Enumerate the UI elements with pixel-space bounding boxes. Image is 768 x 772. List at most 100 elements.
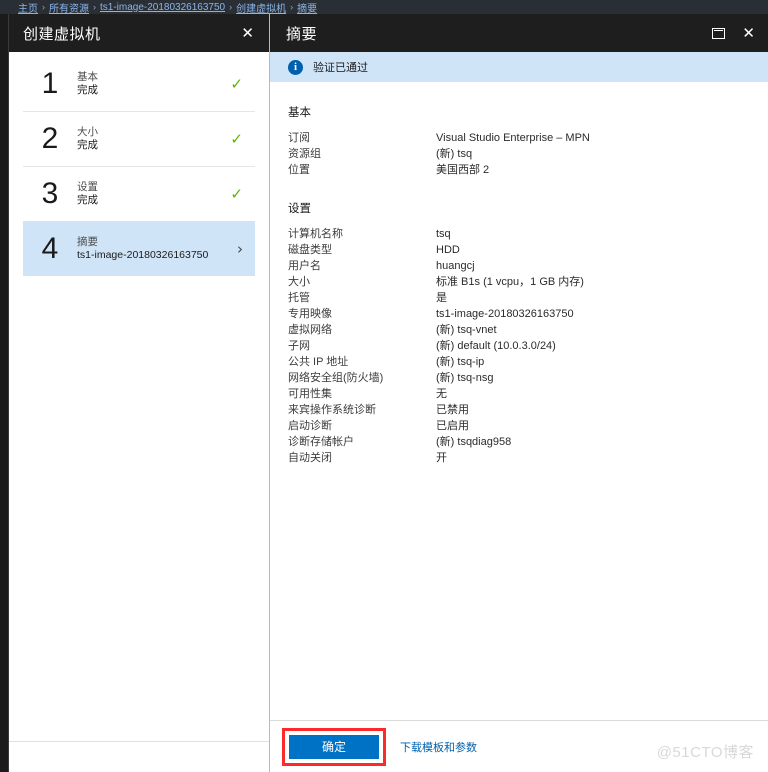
summary-blade-header: 摘要 ✕	[270, 14, 768, 52]
summary-row: 虚拟网络 (新) tsq-vnet	[288, 322, 768, 338]
row-key: 来宾操作系统诊断	[288, 404, 376, 416]
validation-message: 验证已通过	[313, 62, 368, 74]
validation-banner: i 验证已通过	[270, 52, 768, 82]
summary-row: 自动关闭 开	[288, 450, 768, 466]
step-status: 完成	[77, 139, 98, 151]
row-value: 美国西部 2	[436, 164, 490, 176]
row-value: tsq	[436, 228, 451, 240]
row-key: 订阅	[288, 132, 310, 144]
summary-row: 公共 IP 地址 (新) tsq-ip	[288, 354, 768, 370]
row-key: 专用映像	[288, 308, 332, 320]
row-key: 启动诊断	[288, 420, 332, 432]
row-value: (新) tsq	[436, 148, 473, 160]
row-key: 托管	[288, 292, 310, 304]
wizard-step-1-basics[interactable]: 1 基本 完成 ✓	[23, 56, 255, 111]
ok-button[interactable]: 确定	[289, 734, 379, 759]
section-rows-settings: 计算机名称 tsq 磁盘类型 HDD 用户名 huangcj 大小 标准 B1s…	[288, 226, 768, 466]
section-title-basics: 基本	[288, 107, 311, 119]
step-status: 完成	[77, 194, 98, 206]
summary-row: 磁盘类型 HDD	[288, 242, 768, 258]
summary-row: 资源组 (新) tsq	[288, 146, 768, 162]
row-value: Visual Studio Enterprise – MPN	[436, 132, 590, 144]
row-value: (新) default (10.0.3.0/24)	[436, 340, 556, 352]
row-value: 已禁用	[436, 404, 469, 416]
row-key: 虚拟网络	[288, 324, 332, 336]
close-icon[interactable]: ✕	[238, 24, 257, 43]
section-title-settings: 设置	[288, 203, 311, 215]
row-key: 诊断存储帐户	[288, 436, 354, 448]
close-icon[interactable]: ✕	[739, 24, 758, 43]
row-value: (新) tsq-nsg	[436, 372, 494, 384]
summary-row: 诊断存储帐户 (新) tsqdiag958	[288, 434, 768, 450]
row-key: 可用性集	[288, 388, 332, 400]
check-icon: ✓	[230, 130, 243, 148]
wizard-step-2-size[interactable]: 2 大小 完成 ✓	[23, 111, 255, 166]
summary-row: 托管 是	[288, 290, 768, 306]
row-key: 资源组	[288, 148, 321, 160]
row-key: 用户名	[288, 260, 321, 272]
summary-content: i 验证已通过 基本 订阅 Visual Studio Enterprise –…	[270, 52, 768, 720]
breadcrumb-separator: ›	[290, 2, 294, 12]
summary-row: 可用性集 无	[288, 386, 768, 402]
row-value: (新) tsq-vnet	[436, 324, 497, 336]
row-key: 公共 IP 地址	[288, 356, 349, 368]
summary-blade-title: 摘要	[286, 25, 318, 43]
check-icon: ✓	[230, 74, 243, 93]
breadcrumb-item-image[interactable]: ts1-image-20180326163750	[100, 2, 225, 13]
section-rows-basics: 订阅 Visual Studio Enterprise – MPN 资源组 (新…	[288, 130, 768, 178]
create-vm-blade-footer	[9, 741, 269, 772]
step-label: 设置	[77, 181, 98, 193]
step-label: 大小	[77, 126, 98, 138]
ok-button-highlight: 确定	[282, 727, 386, 766]
step-number: 2	[41, 122, 59, 155]
step-number: 1	[41, 66, 59, 100]
create-vm-blade: 创建虚拟机 ✕ 1 基本 完成 ✓ 2 大小 完成 ✓ 3 设置 完成 ✓ 4 …	[8, 14, 270, 772]
summary-row: 用户名 huangcj	[288, 258, 768, 274]
breadcrumb-separator: ›	[93, 2, 96, 12]
wizard-step-4-summary[interactable]: 4 摘要 ts1-image-20180326163750 ›	[23, 221, 255, 276]
wizard-step-3-settings[interactable]: 3 设置 完成 ✓	[23, 166, 255, 221]
download-template-link[interactable]: 下载模板和参数	[400, 739, 477, 755]
step-number: 3	[41, 177, 59, 210]
summary-row: 子网 (新) default (10.0.3.0/24)	[288, 338, 768, 354]
breadcrumb: 主页 › 所有资源 › ts1-image-20180326163750 › 创…	[0, 0, 768, 15]
summary-row: 来宾操作系统诊断 已禁用	[288, 402, 768, 418]
breadcrumb-separator: ›	[42, 2, 45, 12]
row-value: 是	[436, 292, 447, 304]
row-key: 自动关闭	[288, 452, 332, 464]
chevron-right-icon: ›	[237, 239, 243, 258]
row-key: 位置	[288, 164, 310, 176]
row-value: 无	[436, 388, 447, 400]
breadcrumb-item-all-resources[interactable]: 所有资源	[49, 0, 89, 15]
summary-row: 启动诊断 已启用	[288, 418, 768, 434]
row-value: (新) tsqdiag958	[436, 436, 512, 448]
breadcrumb-item-home[interactable]: 主页	[18, 0, 38, 15]
wizard-step-list: 1 基本 完成 ✓ 2 大小 完成 ✓ 3 设置 完成 ✓ 4 摘要 ts1-i…	[9, 52, 269, 741]
info-icon: i	[288, 59, 303, 75]
maximize-icon[interactable]	[712, 27, 726, 39]
row-key: 计算机名称	[288, 228, 343, 240]
row-value: (新) tsq-ip	[436, 356, 485, 368]
row-value: ts1-image-20180326163750	[436, 308, 574, 320]
summary-sections: 基本 订阅 Visual Studio Enterprise – MPN 资源组…	[270, 82, 768, 466]
summary-row: 位置 美国西部 2	[288, 162, 768, 178]
summary-row: 网络安全组(防火墙) (新) tsq-nsg	[288, 370, 768, 386]
row-key: 大小	[288, 276, 310, 288]
row-value: 标准 B1s (1 vcpu，1 GB 内存)	[436, 276, 584, 288]
step-label: 摘要	[77, 235, 98, 248]
step-label: 基本	[77, 70, 98, 83]
create-vm-blade-header: 创建虚拟机 ✕	[9, 14, 269, 52]
create-vm-blade-title: 创建虚拟机	[23, 25, 101, 43]
row-key: 网络安全组(防火墙)	[288, 372, 384, 384]
step-number: 4	[41, 231, 59, 265]
row-key: 子网	[288, 340, 310, 352]
summary-action-bar: 确定 下载模板和参数	[270, 720, 768, 772]
row-value: HDD	[436, 244, 460, 256]
row-key: 磁盘类型	[288, 244, 332, 256]
summary-row: 计算机名称 tsq	[288, 226, 768, 242]
step-status: 完成	[77, 83, 98, 96]
summary-row: 订阅 Visual Studio Enterprise – MPN	[288, 130, 768, 146]
breadcrumb-item-summary[interactable]: 摘要	[297, 0, 317, 15]
breadcrumb-item-create-vm[interactable]: 创建虚拟机	[236, 0, 286, 15]
check-icon: ✓	[230, 185, 243, 203]
